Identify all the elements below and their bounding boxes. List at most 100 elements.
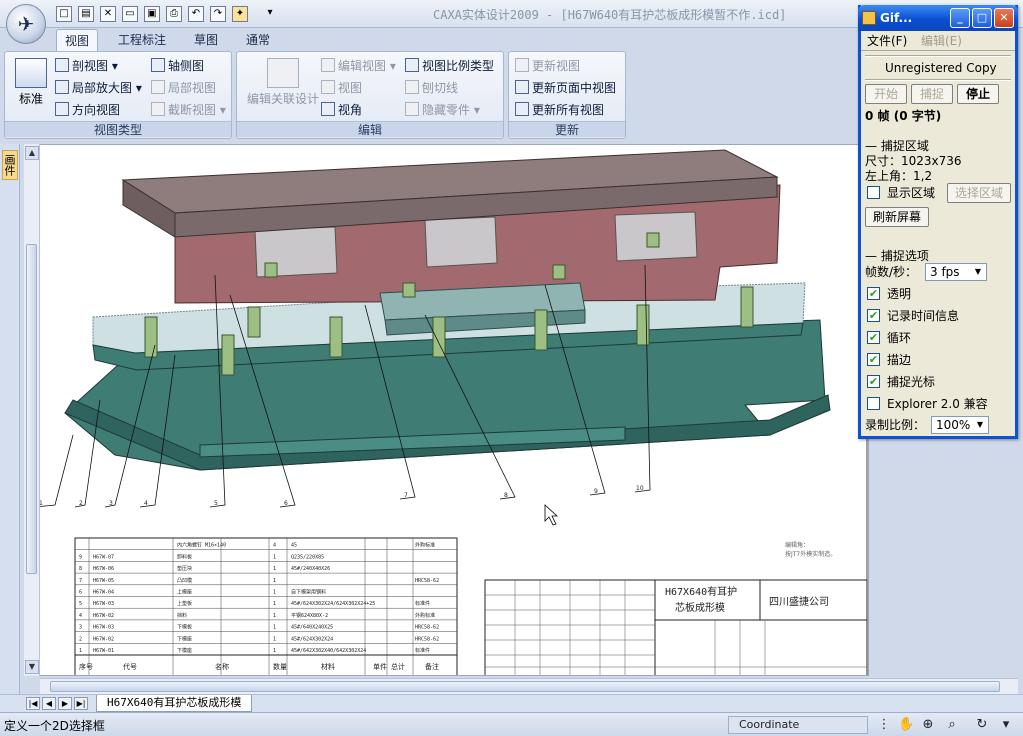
ratio-select[interactable]: 100% ▼ [931, 416, 989, 434]
bom-cell-name: 下模板 [177, 624, 192, 631]
menu-file[interactable]: 文件(F) [867, 31, 907, 51]
direction-view-button[interactable]: 方向视图 [55, 100, 120, 120]
maximize-icon[interactable]: □ [972, 8, 992, 28]
menu-edit[interactable]: 编辑(E) [921, 31, 962, 51]
new-file-icon[interactable]: □ [56, 6, 72, 22]
bom-header-material: 材料 [321, 662, 335, 671]
zoom-icon[interactable]: ⊕ [920, 717, 936, 733]
vertical-scrollbar[interactable]: ▲ ▼ [24, 144, 40, 676]
drawing-name-line1: H67X640有耳护 [665, 585, 737, 598]
app-menu-button[interactable]: ✈ [6, 4, 46, 44]
fps-select[interactable]: 3 fps ▼ [925, 263, 987, 281]
bom-cell-note: 标准件 [415, 600, 430, 607]
first-sheet-icon[interactable]: |◀ [26, 697, 40, 710]
next-sheet-icon[interactable]: ▶ [58, 697, 72, 710]
update-view-button[interactable]: 更新视图 [515, 56, 580, 76]
bom-header-name: 名称 [215, 662, 229, 671]
refresh-screen-button[interactable]: 刷新屏幕 [865, 207, 929, 227]
sheet-tab-main[interactable]: H67X640有耳护芯板成形模 [96, 695, 253, 712]
minimize-icon[interactable]: _ [950, 8, 970, 28]
settings-dropdown-icon[interactable]: ▾ [998, 717, 1014, 733]
bom-cell-no: 8 [79, 566, 82, 572]
bom-cell-code: H67W-01 [93, 648, 114, 654]
standard-view-button[interactable]: 标准 [11, 58, 51, 107]
gif-window-title: Gif... [880, 11, 913, 25]
cut-line-button[interactable]: 刨切线 [405, 78, 458, 98]
section-view-button[interactable]: 剖视图 ▾ [55, 56, 118, 76]
capture-button[interactable]: 捕捉 [911, 84, 953, 104]
tab-general[interactable]: 通常 [238, 29, 278, 51]
detail-view-button[interactable]: 局部放大图 ▾ [55, 78, 142, 98]
edit-view-button[interactable]: 编辑视图 ▾ [321, 56, 396, 76]
ribbon-group-label: 更新 [509, 121, 625, 137]
bom-header-code: 代号 [123, 662, 137, 671]
stop-button[interactable]: 停止 [957, 84, 999, 104]
bom-cell-material: 45#/640X240X25 [291, 625, 333, 631]
gif-window-titlebar[interactable]: Gif... _ □ ✕ [858, 5, 1018, 31]
ribbon-group-view-type: 标准 剖视图 ▾ 轴侧图 局部放大图 ▾ 局部视图 方向视图 截断视图 ▾ 视图… [4, 51, 232, 139]
show-area-checkbox[interactable]: 显示区域 [867, 184, 935, 202]
title-block: H67X640有耳护 芯板成形模 四川盛捷公司 编辑角： 按JT7外模实制造。 [484, 541, 868, 675]
update-all-views-button[interactable]: 更新所有视图 [515, 100, 604, 120]
rotate-icon[interactable]: ↻ [974, 717, 990, 733]
horizontal-scrollbar[interactable] [40, 678, 1018, 694]
save-icon[interactable]: ▣ [144, 6, 160, 22]
new-drawing-icon[interactable]: ▤ [78, 6, 94, 22]
bom-cell-code: H67W-03 [93, 625, 114, 631]
angle-button[interactable]: 视角 [321, 100, 362, 120]
pan-hand-icon[interactable]: ✋ [898, 717, 914, 733]
left-panel: 画件 [0, 144, 20, 704]
stroke-checkbox[interactable]: ✔ 描边 [867, 351, 911, 369]
callout-4: 4 [144, 500, 148, 507]
transparent-checkbox[interactable]: ✔ 透明 [867, 285, 911, 303]
chevron-down-icon: ▼ [974, 267, 982, 276]
bom-cell-no: 4 [79, 613, 82, 619]
last-sheet-icon[interactable]: ▶| [74, 697, 88, 710]
drawing-canvas[interactable]: 1 2 3 4 5 6 7 8 9 10 内六角螺钉 M16×140 4 45 外购标… [24, 144, 869, 676]
view-button[interactable]: 视图 [321, 78, 362, 98]
scroll-up-icon[interactable]: ▲ [25, 146, 39, 160]
design-tree-tab[interactable]: 画件 [2, 150, 18, 180]
prev-sheet-icon[interactable]: ◀ [42, 697, 56, 710]
select-area-button[interactable]: 选择区域 [947, 183, 1011, 203]
close-icon[interactable]: ✕ [994, 8, 1014, 28]
hide-part-button[interactable]: 隐藏零件 ▾ [405, 100, 480, 120]
break-view-button[interactable]: 截断视图 ▾ [151, 100, 226, 120]
view-scale-type-label: 视图比例类型 [422, 59, 495, 73]
loop-checkbox[interactable]: ✔ 循环 [867, 329, 911, 347]
redo-icon[interactable]: ↷ [210, 6, 226, 22]
view-label: 视图 [338, 81, 363, 95]
explorer-compat-checkbox[interactable]: Explorer 2.0 兼容 [867, 395, 988, 413]
bom-cell-note: HRC58-62 [415, 636, 439, 642]
record-time-checkbox[interactable]: ✔ 记录时间信息 [867, 307, 959, 325]
zoom-window-icon[interactable]: ⌕ [944, 717, 960, 733]
print-icon[interactable]: ⎙ [166, 6, 182, 22]
view-scale-type-button[interactable]: 视图比例类型 [405, 56, 494, 76]
horizontal-scroll-thumb[interactable] [50, 681, 1000, 692]
capture-cursor-checkbox[interactable]: ✔ 捕捉光标 [867, 373, 935, 391]
scroll-down-icon[interactable]: ▼ [25, 660, 39, 674]
capture-cursor-label: 捕捉光标 [887, 375, 936, 389]
open-folder-icon[interactable]: ▭ [122, 6, 138, 22]
tab-sketch[interactable]: 草图 [186, 29, 226, 51]
grid-icon[interactable]: ⋮ [876, 717, 892, 733]
start-button[interactable]: 开始 [865, 84, 907, 104]
design-element-icon[interactable]: ✦ [232, 6, 248, 22]
bom-cell-no: 9 [79, 554, 82, 560]
checkbox-box: ✔ [867, 353, 880, 366]
tab-view[interactable]: 视图 [56, 29, 99, 51]
customize-toolbar-icon[interactable]: ▾ [262, 6, 278, 22]
partial-view-button[interactable]: 局部视图 [151, 78, 216, 98]
bom-cell-name: 垫压块 [177, 565, 192, 572]
axis-view-button[interactable]: 轴侧图 [151, 56, 204, 76]
bom-table: 内六角螺钉 M16×140 4 45 外购标准9 H67W-07 卸料板 1 Q235/220… [74, 537, 458, 675]
tab-annotation[interactable]: 工程标注 [110, 29, 174, 51]
undo-icon[interactable]: ↶ [188, 6, 204, 22]
record-time-label: 记录时间信息 [887, 309, 960, 323]
vertical-scroll-thumb[interactable] [26, 244, 37, 574]
update-page-views-button[interactable]: 更新页面中视图 [515, 78, 616, 98]
edit-linked-design-button[interactable]: 编辑关联设计 [241, 58, 325, 107]
bom-cell-note: HRC58-62 [415, 625, 439, 631]
remark-line2: 按JT7外模实制造。 [785, 550, 836, 558]
close-file-icon[interactable]: ✕ [100, 6, 116, 22]
